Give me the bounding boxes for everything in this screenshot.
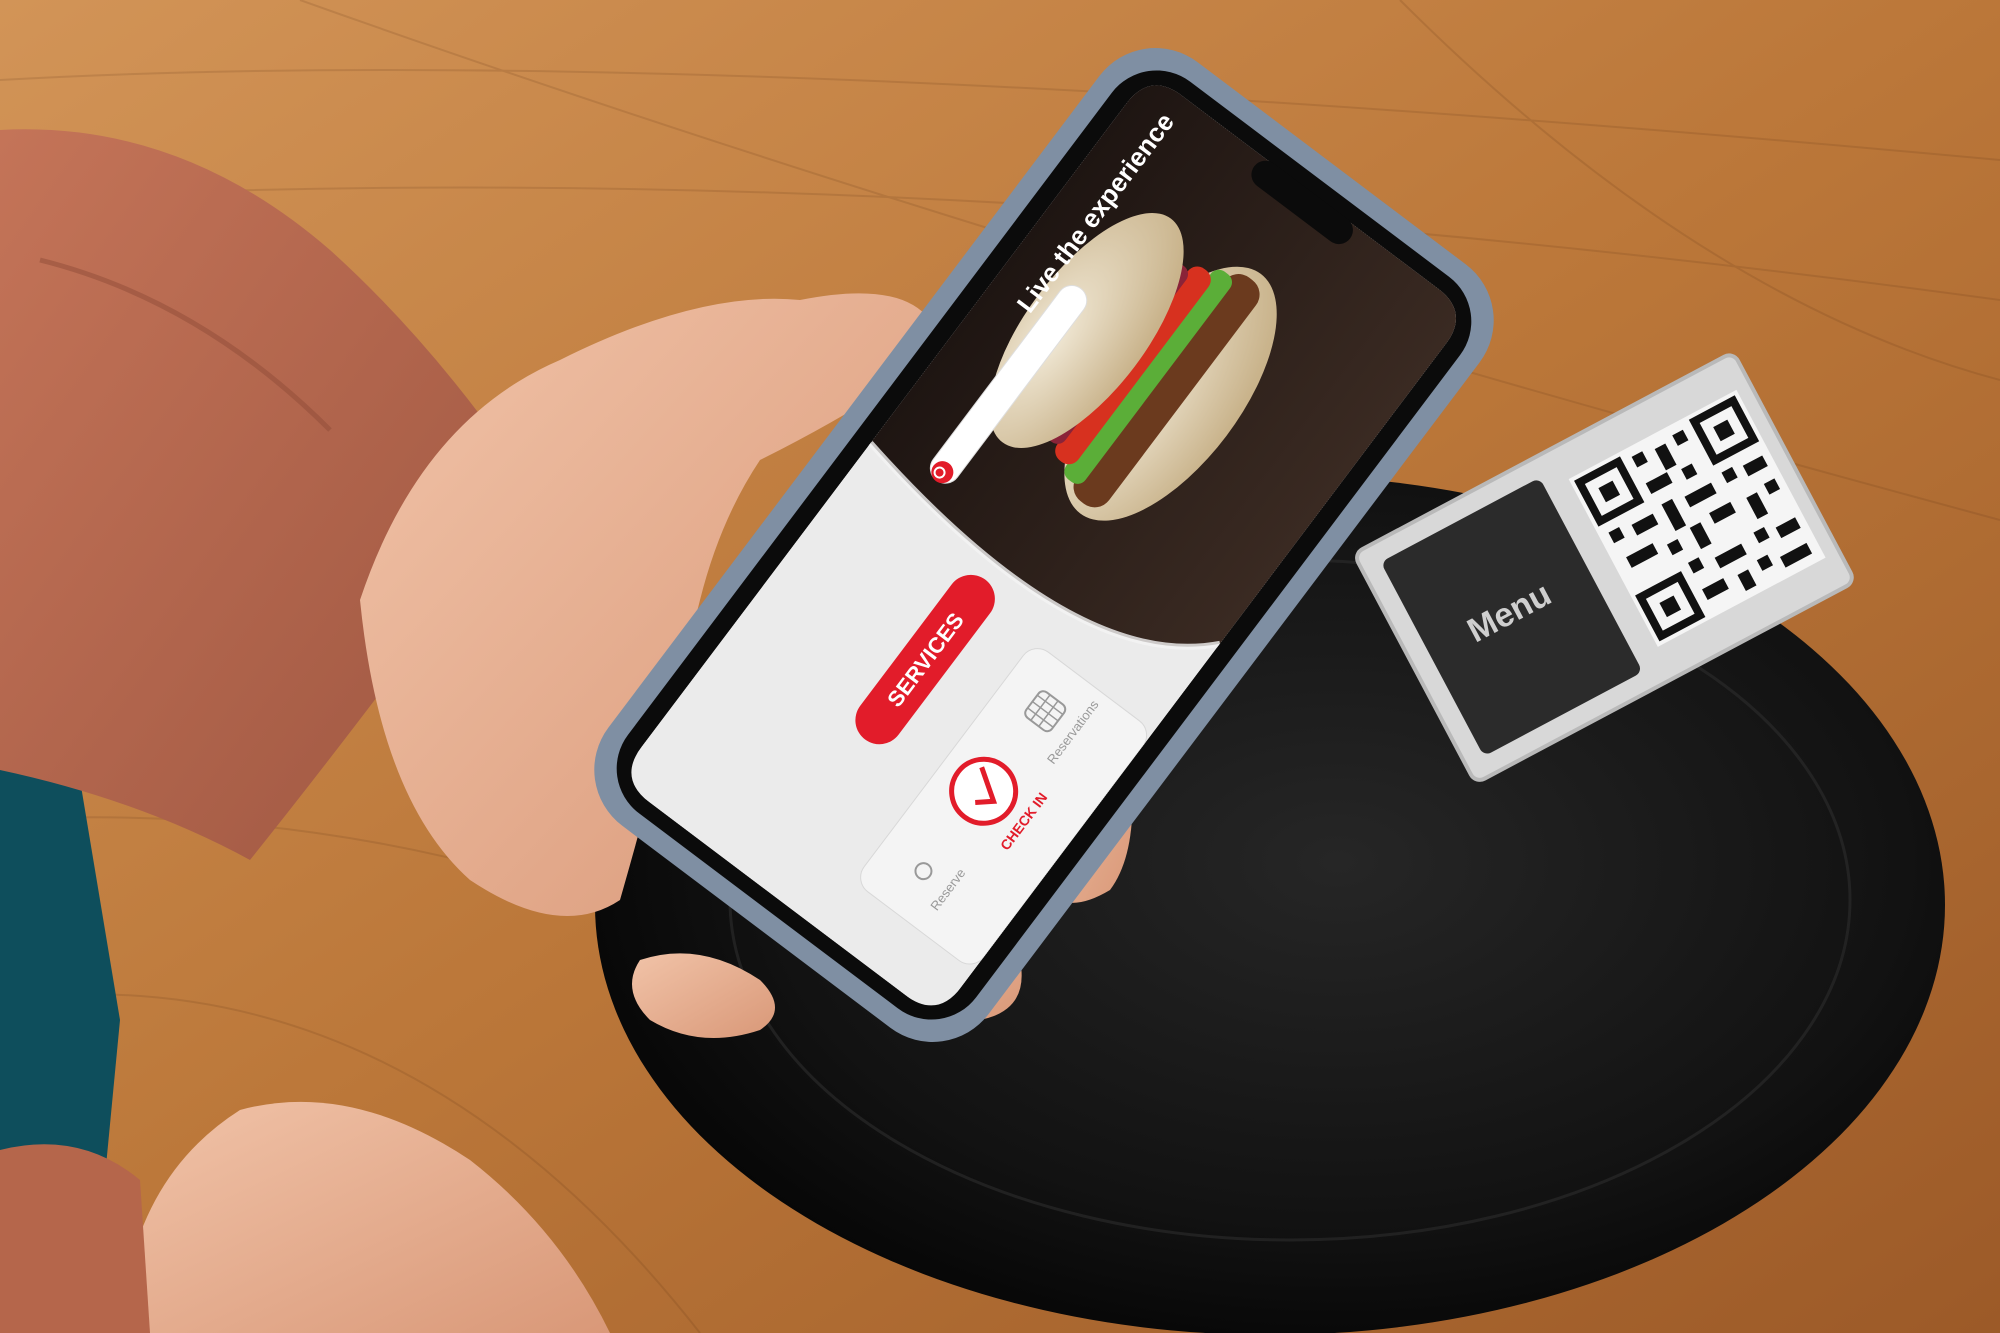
photo-scene: Menu Live the experience SERVICES Reserv… bbox=[0, 0, 2000, 1333]
second-sleeve bbox=[0, 1144, 150, 1333]
